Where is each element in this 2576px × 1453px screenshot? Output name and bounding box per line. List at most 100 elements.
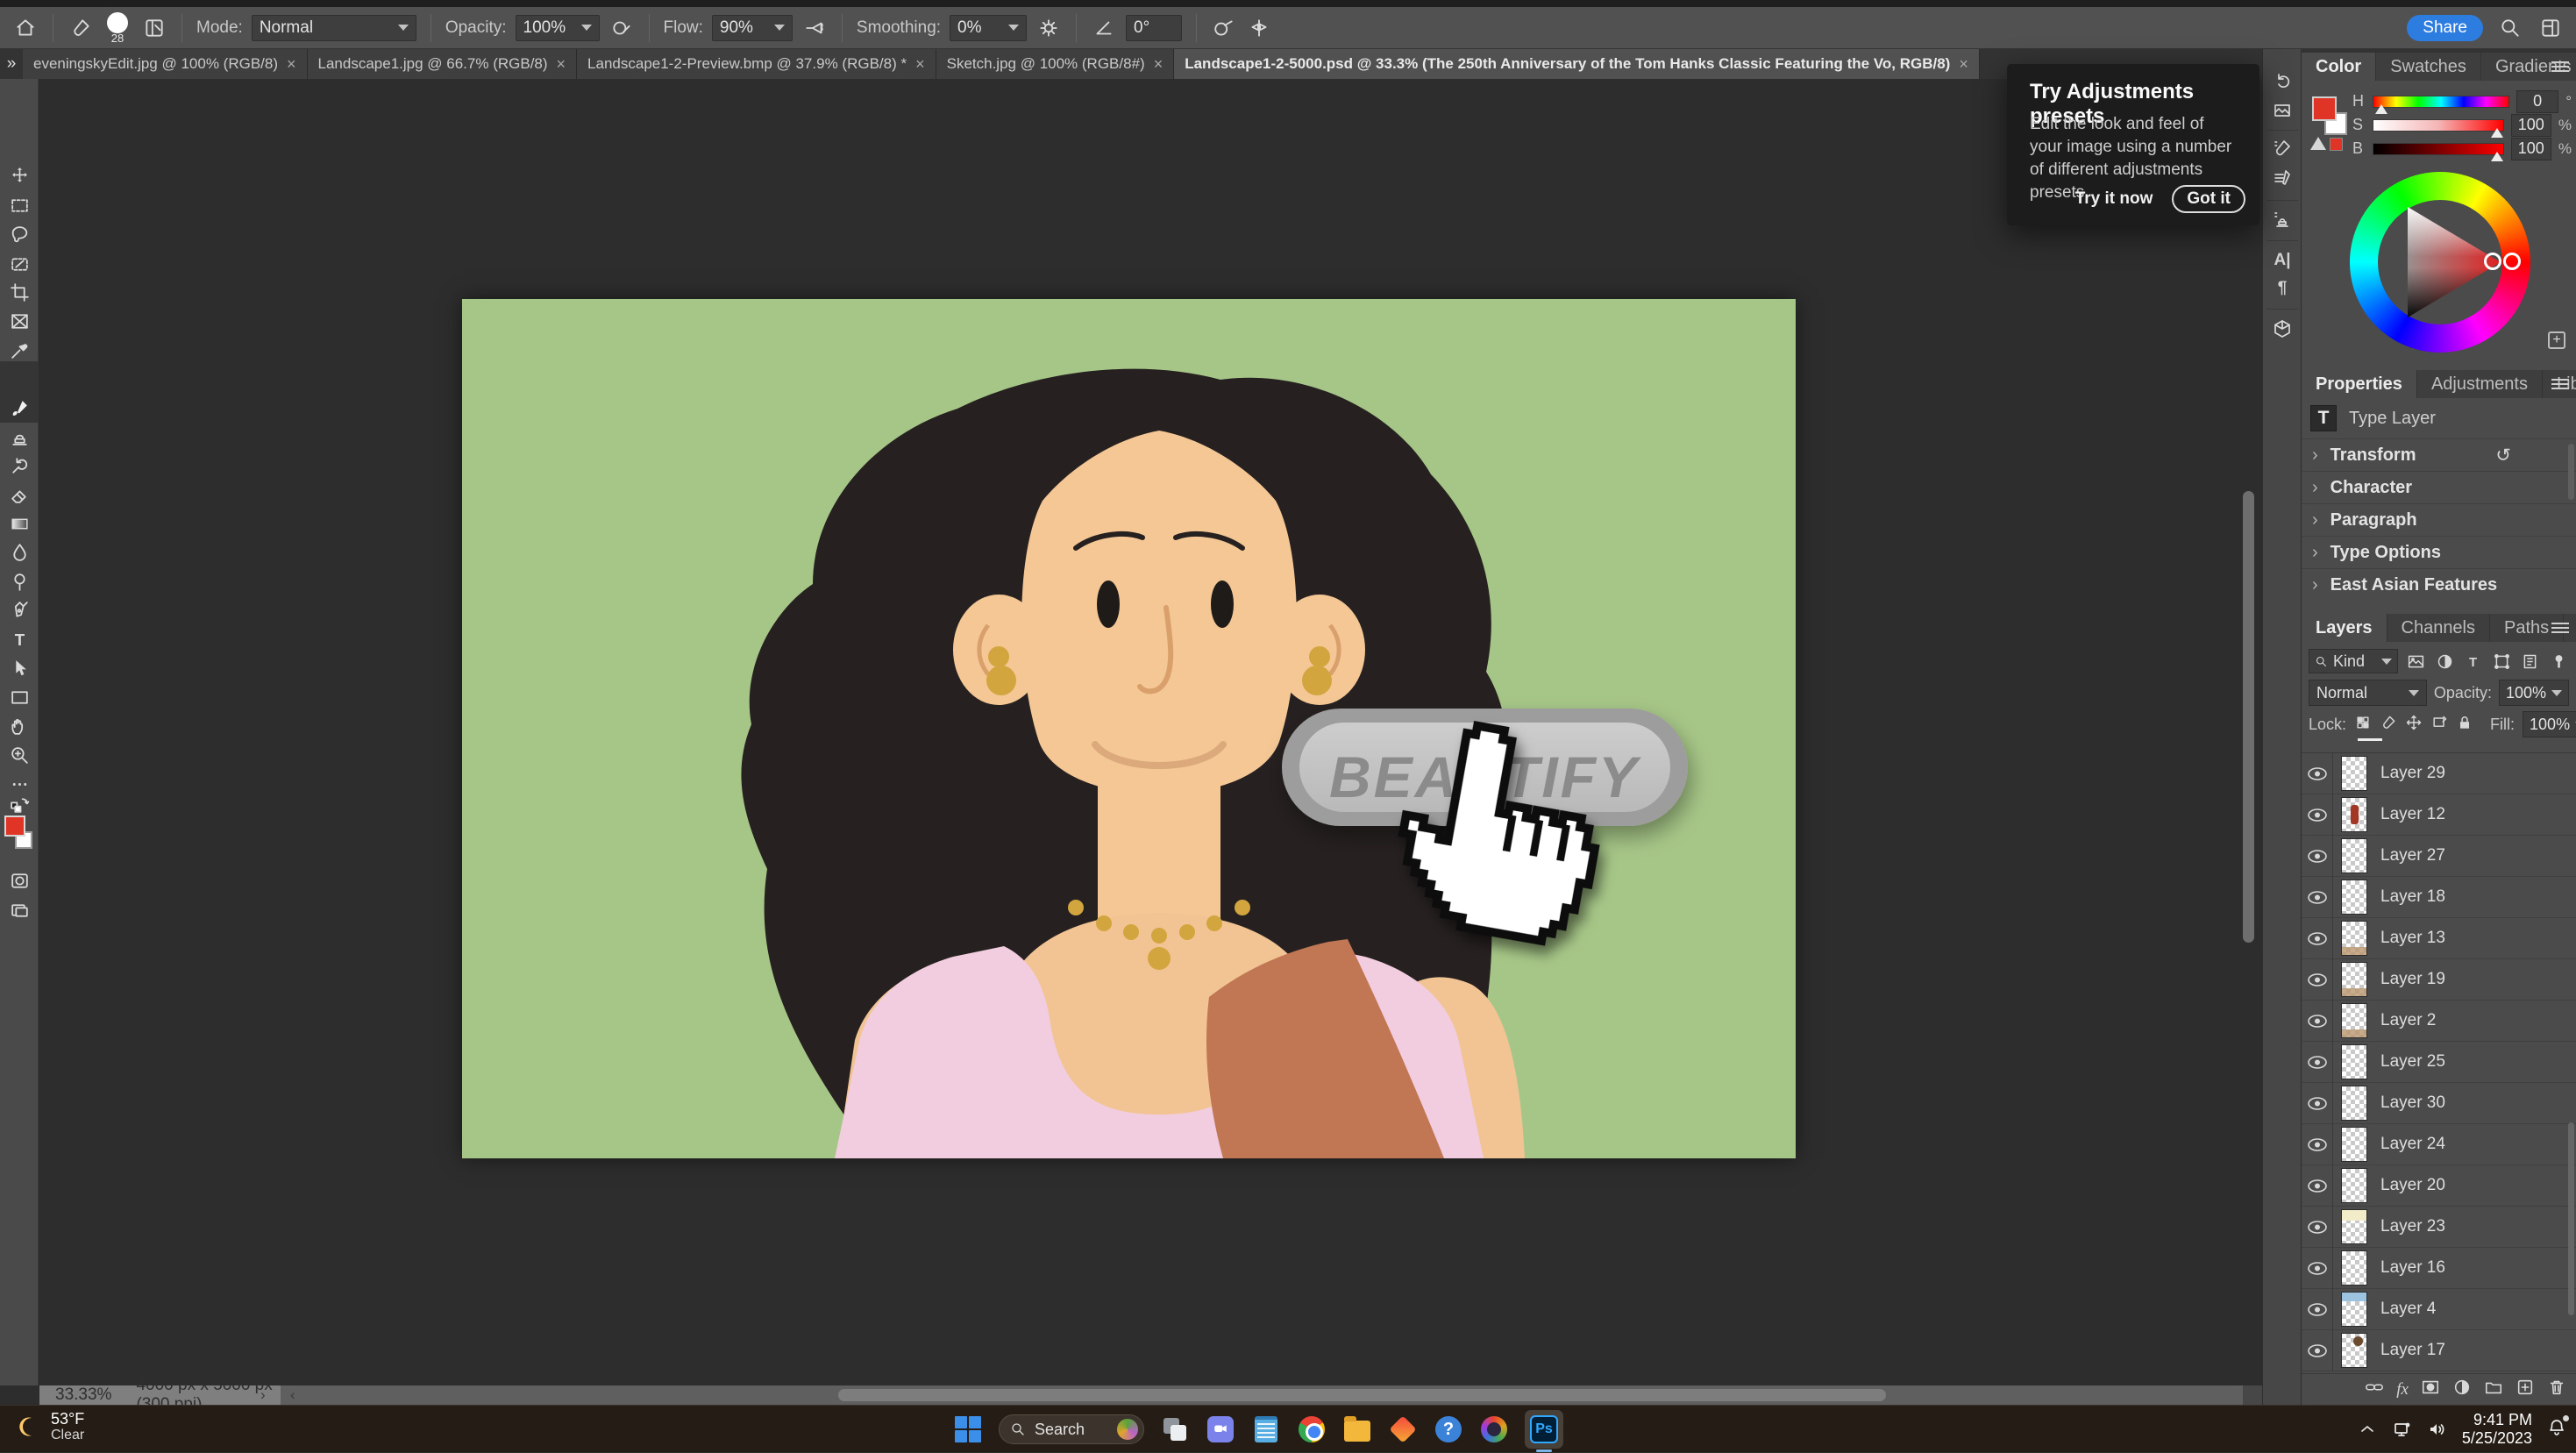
type-tool[interactable]: T xyxy=(0,625,39,654)
crop-tool[interactable] xyxy=(0,278,39,307)
visibility-eye-icon[interactable] xyxy=(2302,877,2333,918)
properties-section[interactable]: › East Asian Features ↺ xyxy=(2302,568,2576,601)
task-view-button[interactable] xyxy=(1160,1414,1190,1444)
properties-section[interactable]: › Paragraph ↺ xyxy=(2302,503,2576,536)
layer-thumbnail[interactable] xyxy=(2341,1003,2367,1038)
doc-tab-active[interactable]: Landscape1-2-5000.psd @ 33.3% (The 250th… xyxy=(1174,49,1980,79)
layer-row[interactable]: Layer 2 xyxy=(2302,1001,2576,1042)
default-swap-colors[interactable] xyxy=(0,794,39,815)
visibility-eye-icon[interactable] xyxy=(2302,1165,2333,1207)
flow-dropdown[interactable]: 90% xyxy=(712,15,793,41)
history-panel-icon[interactable] xyxy=(2263,68,2302,95)
layer-name[interactable]: Layer 2 xyxy=(2380,1011,2436,1030)
doc-tab-2[interactable]: Landscape1.jpg @ 66.7% (RGB/8) × xyxy=(308,49,578,79)
search-box[interactable]: Search xyxy=(999,1414,1144,1444)
horizontal-scrollbar[interactable] xyxy=(838,1389,1886,1401)
marquee-tool[interactable] xyxy=(0,191,39,220)
clone-source-panel-icon[interactable] xyxy=(2263,207,2302,233)
pressure-size-icon[interactable] xyxy=(1211,15,1237,41)
panel-tab[interactable]: Swatches xyxy=(2376,53,2481,81)
filter-adjustment-layers-icon[interactable] xyxy=(2435,651,2455,672)
brush-tool-preset-icon[interactable] xyxy=(68,15,94,41)
pen-tool[interactable] xyxy=(0,596,39,625)
get-help-button[interactable]: ? xyxy=(1434,1414,1463,1444)
taskbar-clock[interactable]: 9:41 PM 5/25/2023 xyxy=(2462,1411,2532,1448)
status-chevron-right[interactable]: › xyxy=(260,1385,266,1405)
filter-toggle-icon[interactable] xyxy=(2549,651,2569,672)
lock-artboard-icon[interactable] xyxy=(2430,714,2448,736)
layer-name[interactable]: Layer 27 xyxy=(2380,846,2445,865)
slider-track[interactable] xyxy=(2373,96,2509,108)
mode-dropdown[interactable]: Normal xyxy=(252,15,416,41)
layer-row[interactable]: Layer 27 xyxy=(2302,836,2576,877)
layer-row[interactable]: Layer 12 xyxy=(2302,794,2576,836)
new-layer-icon[interactable] xyxy=(2516,1378,2535,1401)
close-icon[interactable]: × xyxy=(915,55,925,74)
start-button[interactable] xyxy=(953,1414,983,1444)
foreground-color-swatch[interactable] xyxy=(4,816,25,837)
brush-settings-panel-toggle-icon[interactable] xyxy=(141,15,167,41)
panel-tab[interactable]: Channels xyxy=(2387,614,2491,642)
kind-filter-dropdown[interactable]: Kind xyxy=(2309,649,2398,673)
speaker-icon[interactable] xyxy=(2427,1419,2448,1440)
smoothing-dropdown[interactable]: 0% xyxy=(950,15,1027,41)
color-ring-selector[interactable] xyxy=(2503,253,2521,270)
chevron-right-icon[interactable]: › xyxy=(2312,575,2318,595)
try-it-now-button[interactable]: Try it now xyxy=(2075,189,2153,209)
blend-mode-dropdown[interactable]: Normal xyxy=(2309,680,2427,706)
layer-name[interactable]: Layer 29 xyxy=(2380,764,2445,783)
layers-scrollbar[interactable] xyxy=(2568,1122,2574,1315)
slider-value[interactable]: 100 xyxy=(2511,138,2551,160)
tab-overflow-chevron[interactable]: » xyxy=(0,49,23,79)
game-diamond-button[interactable] xyxy=(1388,1414,1418,1444)
paint-symmetry-icon[interactable] xyxy=(1246,15,1272,41)
layer-thumbnail[interactable] xyxy=(2341,1086,2367,1121)
layer-name[interactable]: Layer 25 xyxy=(2380,1052,2445,1072)
layer-name[interactable]: Layer 12 xyxy=(2380,805,2445,824)
frame-tool[interactable] xyxy=(0,307,39,336)
tray-chevron-up-icon[interactable] xyxy=(2357,1419,2378,1440)
layer-name[interactable]: Layer 17 xyxy=(2380,1341,2445,1360)
chevron-right-icon[interactable]: › xyxy=(2312,445,2318,466)
lock-pixels-icon[interactable] xyxy=(2380,714,2397,736)
visibility-eye-icon[interactable] xyxy=(2302,1330,2333,1371)
chrome-button[interactable] xyxy=(1297,1414,1327,1444)
visibility-eye-icon[interactable] xyxy=(2302,1248,2333,1289)
panel-menu-icon[interactable] xyxy=(2551,623,2569,633)
path-selection-tool[interactable] xyxy=(0,654,39,683)
file-explorer-button[interactable] xyxy=(1342,1414,1372,1444)
layer-row[interactable]: Layer 19 xyxy=(2302,959,2576,1001)
brush-tool-active[interactable] xyxy=(0,394,39,423)
vertical-scrollbar[interactable] xyxy=(2243,491,2254,943)
layer-name[interactable]: Layer 23 xyxy=(2380,1217,2445,1236)
angle-field[interactable]: 0° xyxy=(1126,15,1182,41)
gear-icon[interactable] xyxy=(1035,15,1062,41)
move-tool[interactable] xyxy=(0,162,39,191)
layer-name[interactable]: Layer 18 xyxy=(2380,887,2445,907)
layer-thumbnail[interactable] xyxy=(2341,921,2367,956)
zoom-tool[interactable] xyxy=(0,741,39,770)
visibility-eye-icon[interactable] xyxy=(2302,1083,2333,1124)
layer-row[interactable]: Layer 20 xyxy=(2302,1165,2576,1207)
slider-marker[interactable] xyxy=(2491,128,2503,138)
link-layers-icon[interactable] xyxy=(2365,1378,2384,1401)
layer-row[interactable]: Layer 4 xyxy=(2302,1289,2576,1330)
brush-preview[interactable]: 28 xyxy=(103,12,132,44)
layer-row[interactable]: Layer 16 xyxy=(2302,1248,2576,1289)
slider-track[interactable] xyxy=(2373,119,2504,132)
photoshop-taskbar-button[interactable]: Ps xyxy=(1525,1410,1563,1449)
brush-settings-panel-icon[interactable] xyxy=(2263,135,2302,161)
layer-name[interactable]: Layer 16 xyxy=(2380,1258,2445,1278)
layer-row[interactable]: Layer 30 xyxy=(2302,1083,2576,1124)
panel-tab[interactable]: Layers xyxy=(2302,614,2387,642)
layer-row[interactable]: Layer 13 xyxy=(2302,918,2576,959)
layer-thumbnail[interactable] xyxy=(2341,1292,2367,1327)
brush-tool[interactable] xyxy=(0,361,39,394)
layer-thumbnail[interactable] xyxy=(2341,1209,2367,1244)
new-group-folder-icon[interactable] xyxy=(2484,1378,2503,1401)
screen-mode-toggle[interactable] xyxy=(0,896,39,925)
delete-layer-trash-icon[interactable] xyxy=(2547,1378,2566,1401)
add-swatch-button[interactable]: + xyxy=(2548,331,2565,349)
lock-transparency-icon[interactable] xyxy=(2354,714,2372,736)
slider-value[interactable]: 0 xyxy=(2516,90,2558,113)
